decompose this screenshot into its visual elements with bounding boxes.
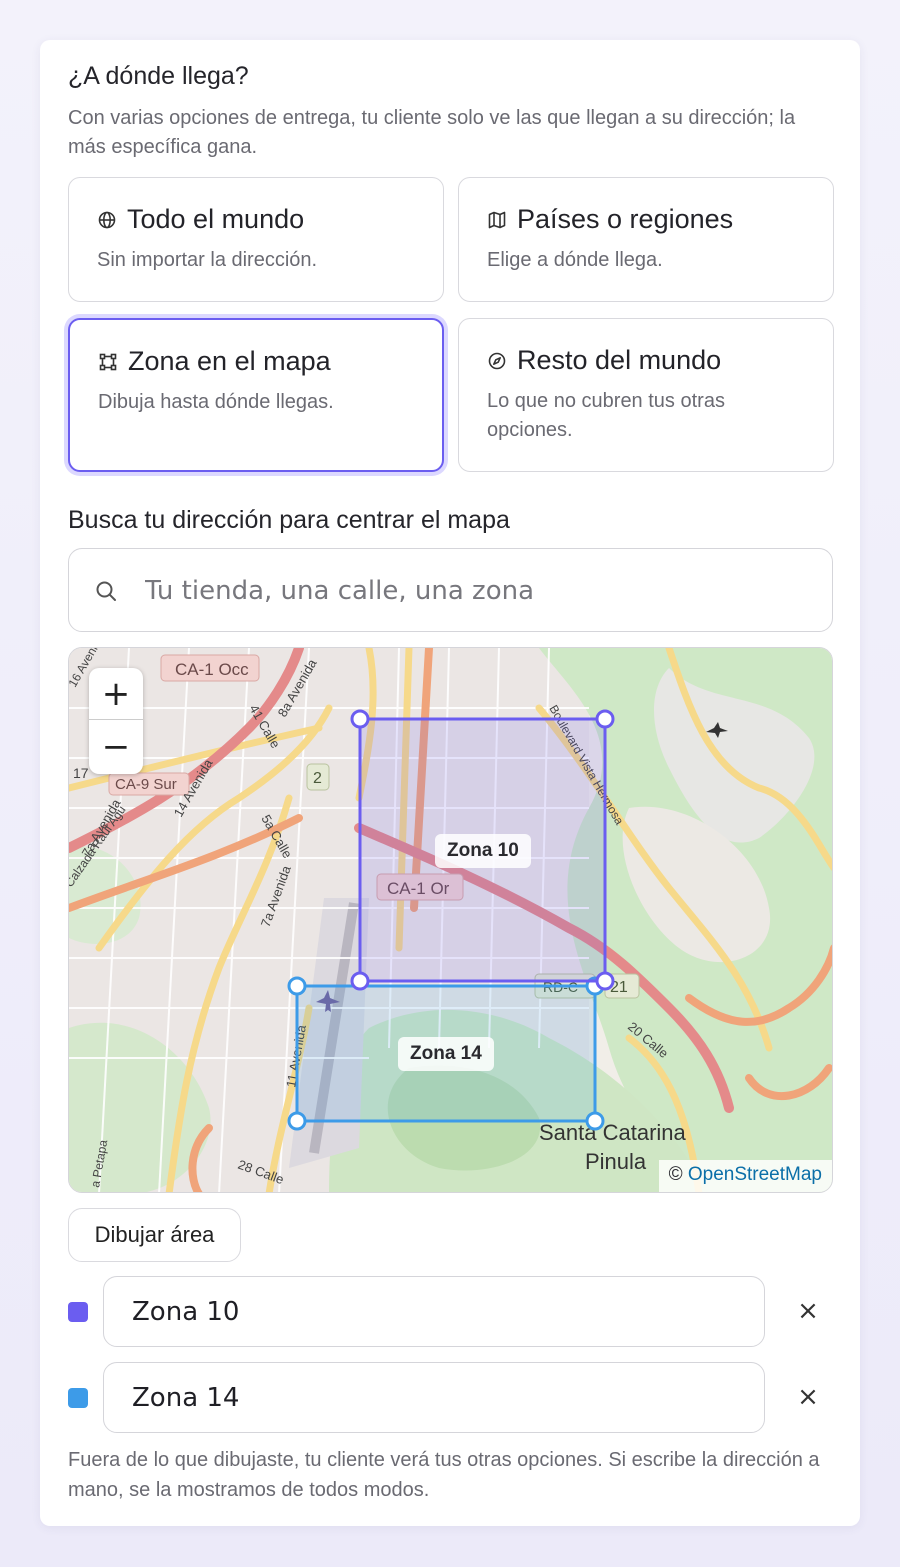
polygon-icon [99,353,117,370]
option-worldwide-subtitle: Sin importar la dirección. [97,249,318,271]
footnote: Fuera de lo que dibujaste, tu cliente ve… [68,1449,820,1501]
search-label: Busca tu dirección para centrar el mapa [68,506,510,534]
option-rest-subtitle: Lo que no cubren tus otras opciones. [487,390,725,441]
search-box [68,548,833,632]
draw-area-button[interactable]: Dibujar área [68,1208,241,1262]
option-countries[interactable]: Países o regiones Elige a dónde llega. [458,177,834,302]
option-countries-subtitle: Elige a dónde llega. [487,249,663,271]
option-map-zone-subtitle: Dibuja hasta dónde llegas. [98,391,334,413]
zoom-out-button[interactable]: − [89,721,143,773]
zone-row: × [68,1276,838,1348]
option-worldwide[interactable]: Todo el mundo Sin importar la dirección. [68,177,444,302]
map-place-label: Santa Catarina [539,1120,687,1145]
option-rest-title: Resto del mundo [517,345,722,375]
zone-color-swatch[interactable] [68,1388,88,1408]
compass-icon [488,352,506,369]
zone-name-input[interactable] [103,1276,765,1347]
option-map-zone-title-row: Zona en el mapa [98,346,331,377]
map-place-label: 17 [73,765,89,781]
copyright-symbol: © [668,1164,683,1185]
map-icon [488,211,506,228]
map-view[interactable]: CA-1 Occ CA-1 Or 2 RD-C 21 CA-9 Sur Santa Cata… [68,647,833,1193]
option-countries-title: Países o regiones [517,204,734,234]
option-rest-title-row: Resto del mundo [487,345,721,376]
zone-color-swatch[interactable] [68,1302,88,1322]
map-tiles[interactable]: CA-1 OccCA-1 Or2RD-C 21CA-9 SurSanta Cata… [69,648,833,1193]
search-input[interactable] [145,569,805,613]
zone-name-input[interactable] [103,1362,765,1433]
option-worldwide-title-row: Todo el mundo [97,204,304,235]
delivery-zone-card: ¿A dónde llega? Con varias opciones de e… [40,40,860,1526]
map-place-label: CA-9 Sur [115,776,177,793]
search-icon [96,581,116,601]
openstreetmap-link[interactable]: OpenStreetMap [688,1164,822,1185]
map-place-label: Pinula [585,1149,647,1174]
remove-zone-button[interactable]: × [793,1382,823,1412]
zoom-in-button[interactable]: + [89,668,143,720]
option-worldwide-title: Todo el mundo [127,204,305,234]
option-countries-title-row: Países o regiones [487,204,733,235]
page-description: Con varias opciones de entrega, tu clien… [68,107,796,158]
map-place-label: 2 [313,770,322,787]
zone-14-map-label: Zona 14 [398,1037,494,1071]
remove-zone-button[interactable]: × [793,1296,823,1326]
zone-10-map-label: Zona 10 [435,834,531,868]
option-map-zone-title: Zona en el mapa [128,346,331,376]
zoom-control: + − [89,668,143,774]
map-place-label: CA-1 Occ [175,660,249,679]
map-attribution: © OpenStreetMap [658,1160,832,1192]
zone-row: × [68,1362,838,1434]
page-title: ¿A dónde llega? [68,62,249,90]
globe-icon [98,211,116,228]
option-map-zone[interactable]: Zona en el mapa Dibuja hasta dónde llega… [68,318,444,472]
option-rest-of-world[interactable]: Resto del mundo Lo que no cubren tus otr… [458,318,834,472]
